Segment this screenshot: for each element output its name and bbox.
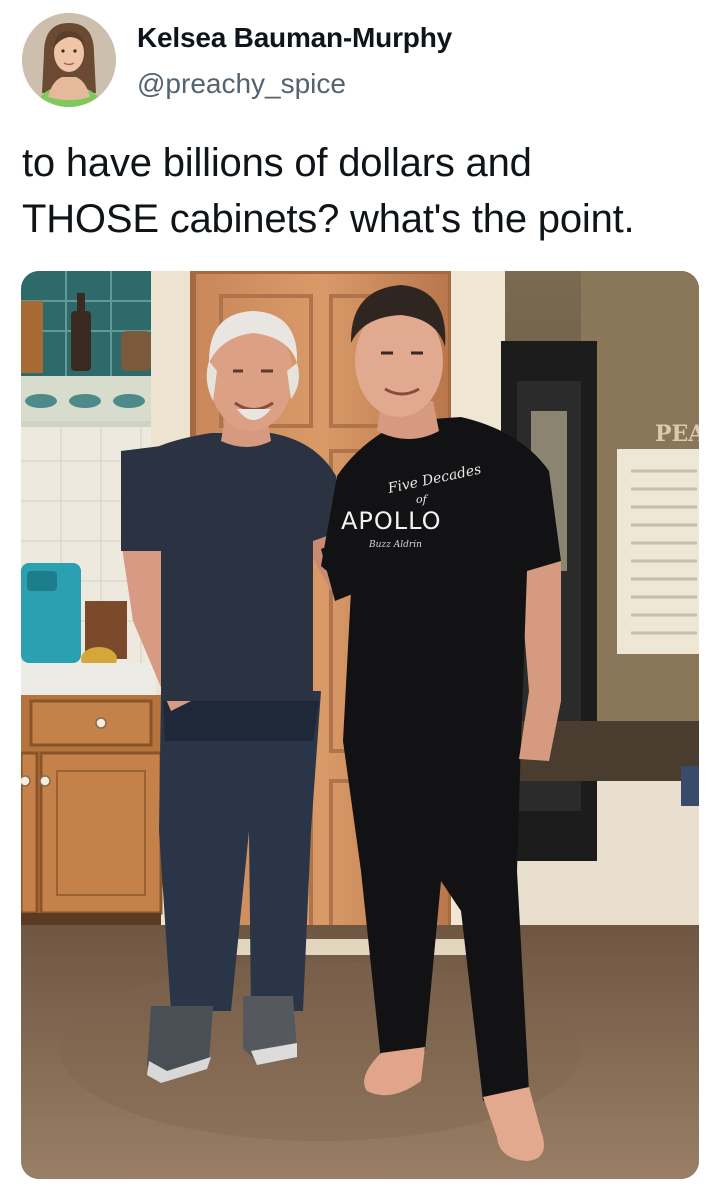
avatar-portrait <box>22 13 116 107</box>
photo-scene: PEA Five Decades of APOLLO Buzz Aldrin <box>21 271 699 1179</box>
wall-sign-text: PEA <box>655 421 699 447</box>
author-display-name[interactable]: Kelsea Bauman-Murphy <box>137 22 452 54</box>
tweet-card: Kelsea Bauman-Murphy @preachy_spice to h… <box>0 0 720 1201</box>
tweet-photo[interactable]: PEA Five Decades of APOLLO Buzz Aldrin <box>21 271 699 1179</box>
shirt-apollo-word: APOLLO <box>341 507 442 535</box>
author-avatar[interactable] <box>22 13 116 107</box>
tweet-text: to have billions of dollars and THOSE ca… <box>22 141 635 241</box>
author-handle[interactable]: @preachy_spice <box>137 68 346 100</box>
shirt-signature: Buzz Aldrin <box>368 540 422 550</box>
